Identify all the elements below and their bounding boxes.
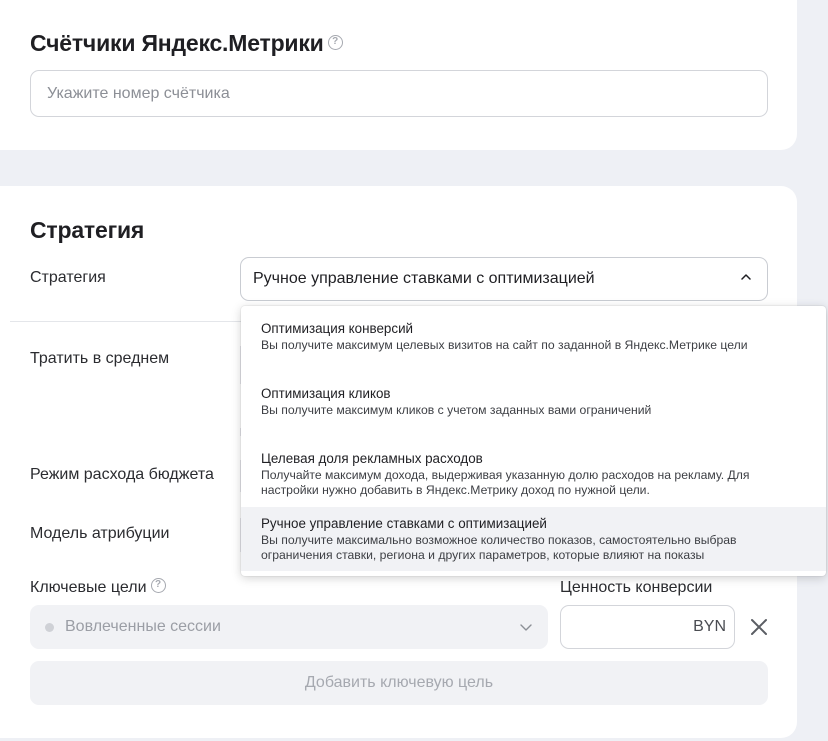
option-description: Вы получите максимально возможное количе… [261, 533, 737, 562]
option-title: Оптимизация кликов [261, 386, 391, 401]
strategy-field-label: Стратегия [30, 269, 106, 286]
key-goal-selected: Вовлеченные сессии [65, 618, 221, 635]
divider [10, 321, 242, 322]
attribution-label: Модель атрибуции [30, 525, 170, 542]
chevron-up-icon [741, 274, 751, 280]
option-title: Ручное управление ставками с оптимизацие… [261, 516, 547, 531]
strategy-option-selected[interactable]: Ручное управление ставками с оптимизацие… [241, 507, 826, 571]
conversion-value-label: Ценность конверсии [560, 579, 713, 596]
key-goals-label: Ключевые цели? [30, 578, 166, 597]
close-icon[interactable] [749, 617, 769, 637]
currency-label: BYN [693, 618, 726, 635]
option-description: Вы получите максимум кликов с учетом зад… [261, 403, 652, 417]
option-title: Оптимизация конверсий [261, 321, 414, 336]
budget-mode-label: Режим расхода бюджета [30, 466, 214, 483]
help-icon[interactable]: ? [327, 35, 343, 51]
spend-avg-label: Тратить в среднем [30, 350, 170, 367]
strategy-selected-value: Ручное управление ставками с оптимизацие… [253, 270, 595, 287]
metrika-heading: Счётчики Яндекс.Метрики? [30, 30, 343, 57]
strategy-select[interactable]: Ручное управление ставками с оптимизацие… [240, 257, 768, 301]
key-goal-select[interactable]: Вовлеченные сессии [30, 605, 548, 649]
counter-number-input[interactable] [31, 71, 767, 116]
strategy-title: Стратегия [30, 217, 145, 243]
key-goals-label-text: Ключевые цели [30, 579, 147, 596]
option-description: Получайте максимум дохода, выдерживая ук… [261, 468, 750, 497]
strategy-option[interactable]: Оптимизация кликов Вы получите максимум … [241, 386, 826, 436]
option-title: Целевая доля рекламных расходов [261, 451, 483, 466]
strategy-option[interactable]: Целевая доля рекламных расходов Получайт… [241, 451, 826, 507]
conversion-value-input[interactable]: BYN [560, 605, 735, 649]
add-key-goal-button[interactable]: Добавить ключевую цель [30, 661, 768, 705]
help-icon[interactable]: ? [150, 578, 166, 594]
counter-number-field[interactable] [30, 70, 768, 117]
strategy-option[interactable]: Оптимизация конверсий Вы получите максим… [241, 321, 826, 371]
option-description: Вы получите максимум целевых визитов на … [261, 338, 748, 352]
chevron-down-icon [520, 624, 532, 631]
goal-status-dot [45, 623, 54, 632]
strategy-dropdown: Оптимизация конверсий Вы получите максим… [241, 306, 826, 576]
metrika-title: Счётчики Яндекс.Метрики [30, 30, 324, 56]
